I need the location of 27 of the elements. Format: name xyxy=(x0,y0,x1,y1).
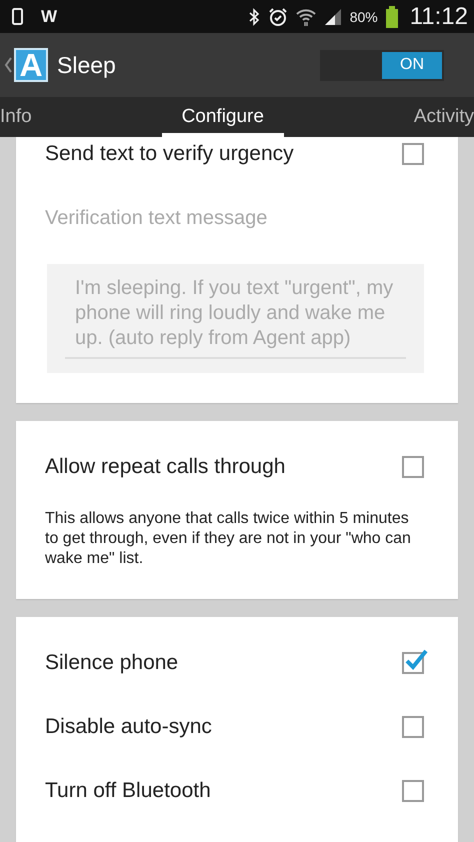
battery-percent: 80% xyxy=(350,8,378,24)
setting-description: This allows anyone that calls twice within 5 minutes to get through, even if they are not in your "who can wake me" list. xyxy=(45,509,412,569)
screen-title: Sleep xyxy=(57,52,116,78)
checkbox[interactable] xyxy=(402,780,424,802)
app-logo: A xyxy=(14,48,48,82)
clock-time: 11:12 xyxy=(410,2,468,30)
checkbox[interactable] xyxy=(402,143,424,165)
back-icon[interactable] xyxy=(4,57,12,73)
alarm-icon xyxy=(268,6,288,26)
tab[interactable]: Activity xyxy=(414,97,474,137)
setting-label: Silence phone xyxy=(45,651,178,675)
phone-icon xyxy=(12,8,23,25)
tab[interactable]: Info xyxy=(0,97,32,137)
checkbox[interactable] xyxy=(402,456,424,478)
battery-icon xyxy=(386,6,398,28)
bluetooth-icon xyxy=(248,8,260,26)
checkbox[interactable] xyxy=(402,716,424,738)
wifi-icon xyxy=(296,8,316,26)
setting-label: Send text to verify urgency xyxy=(45,142,294,166)
on-off-switch[interactable]: ON xyxy=(320,50,444,80)
notification-text: W xyxy=(41,6,58,26)
setting-label: Turn off Bluetooth xyxy=(45,779,211,803)
switch-thumb: ON xyxy=(382,52,442,78)
setting-label: Allow repeat calls through xyxy=(45,455,286,479)
signal-icon xyxy=(324,8,342,24)
setting-label: Disable auto-sync xyxy=(45,715,212,739)
field-label: Verification text message xyxy=(45,207,268,230)
